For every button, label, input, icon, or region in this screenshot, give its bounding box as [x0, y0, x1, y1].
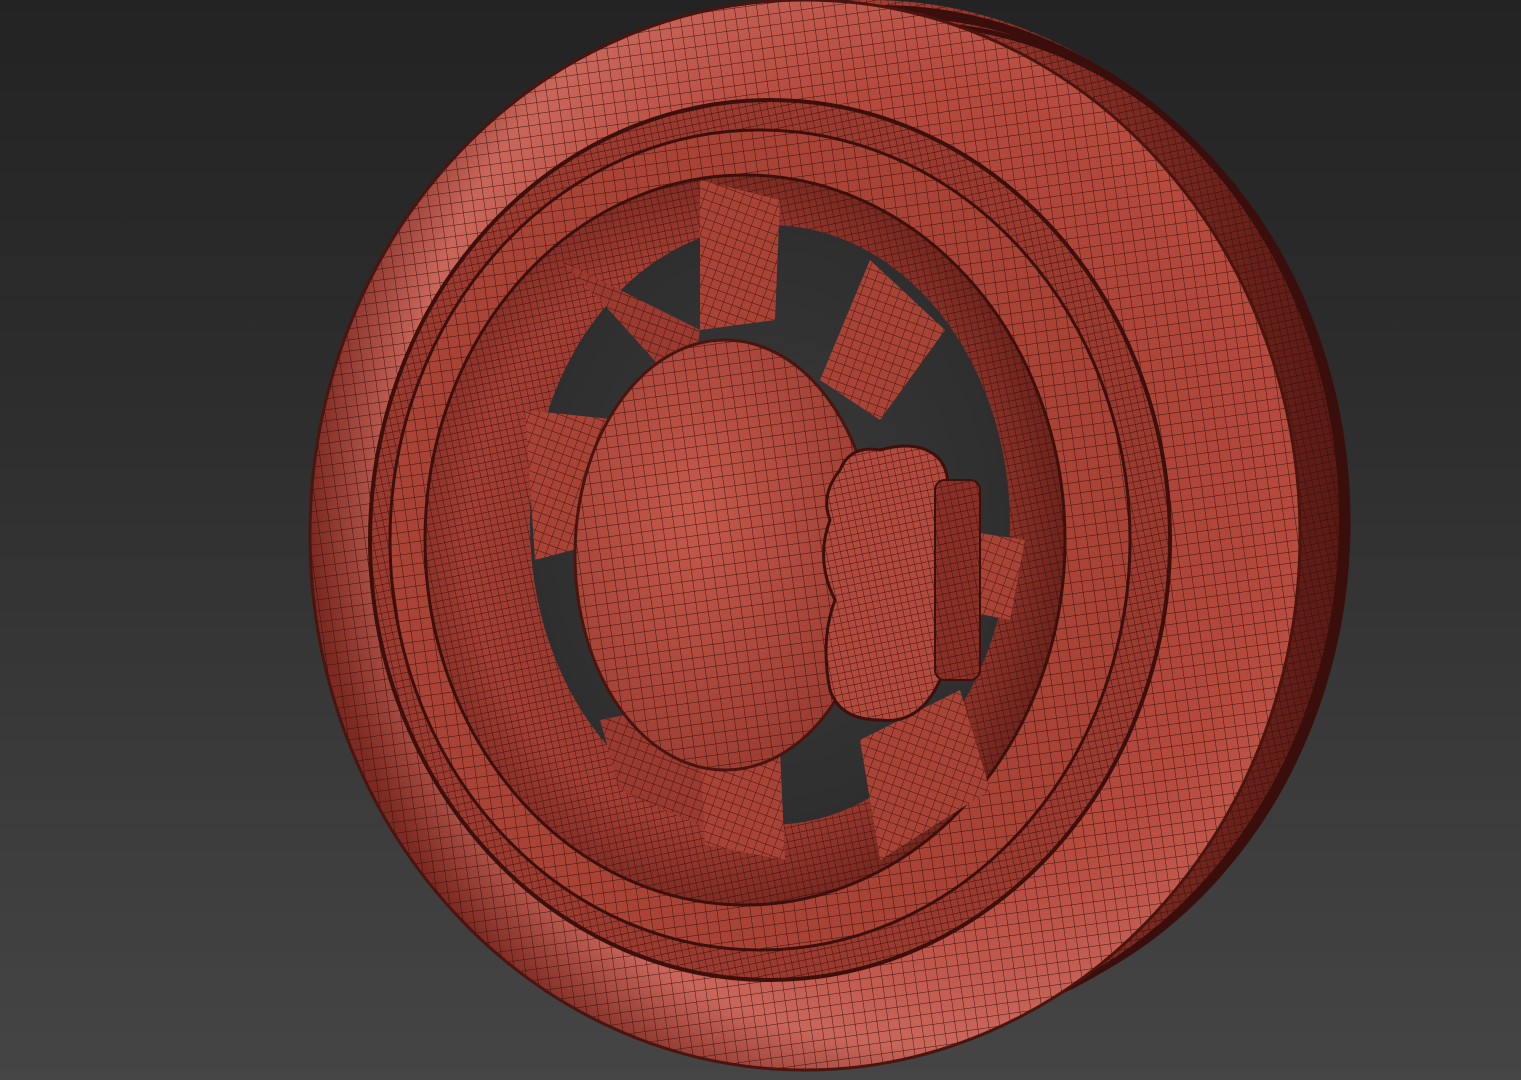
brake-caliper [822, 444, 981, 722]
wheel-model[interactable] [0, 0, 1521, 1080]
3d-viewport[interactable] [0, 0, 1521, 1080]
